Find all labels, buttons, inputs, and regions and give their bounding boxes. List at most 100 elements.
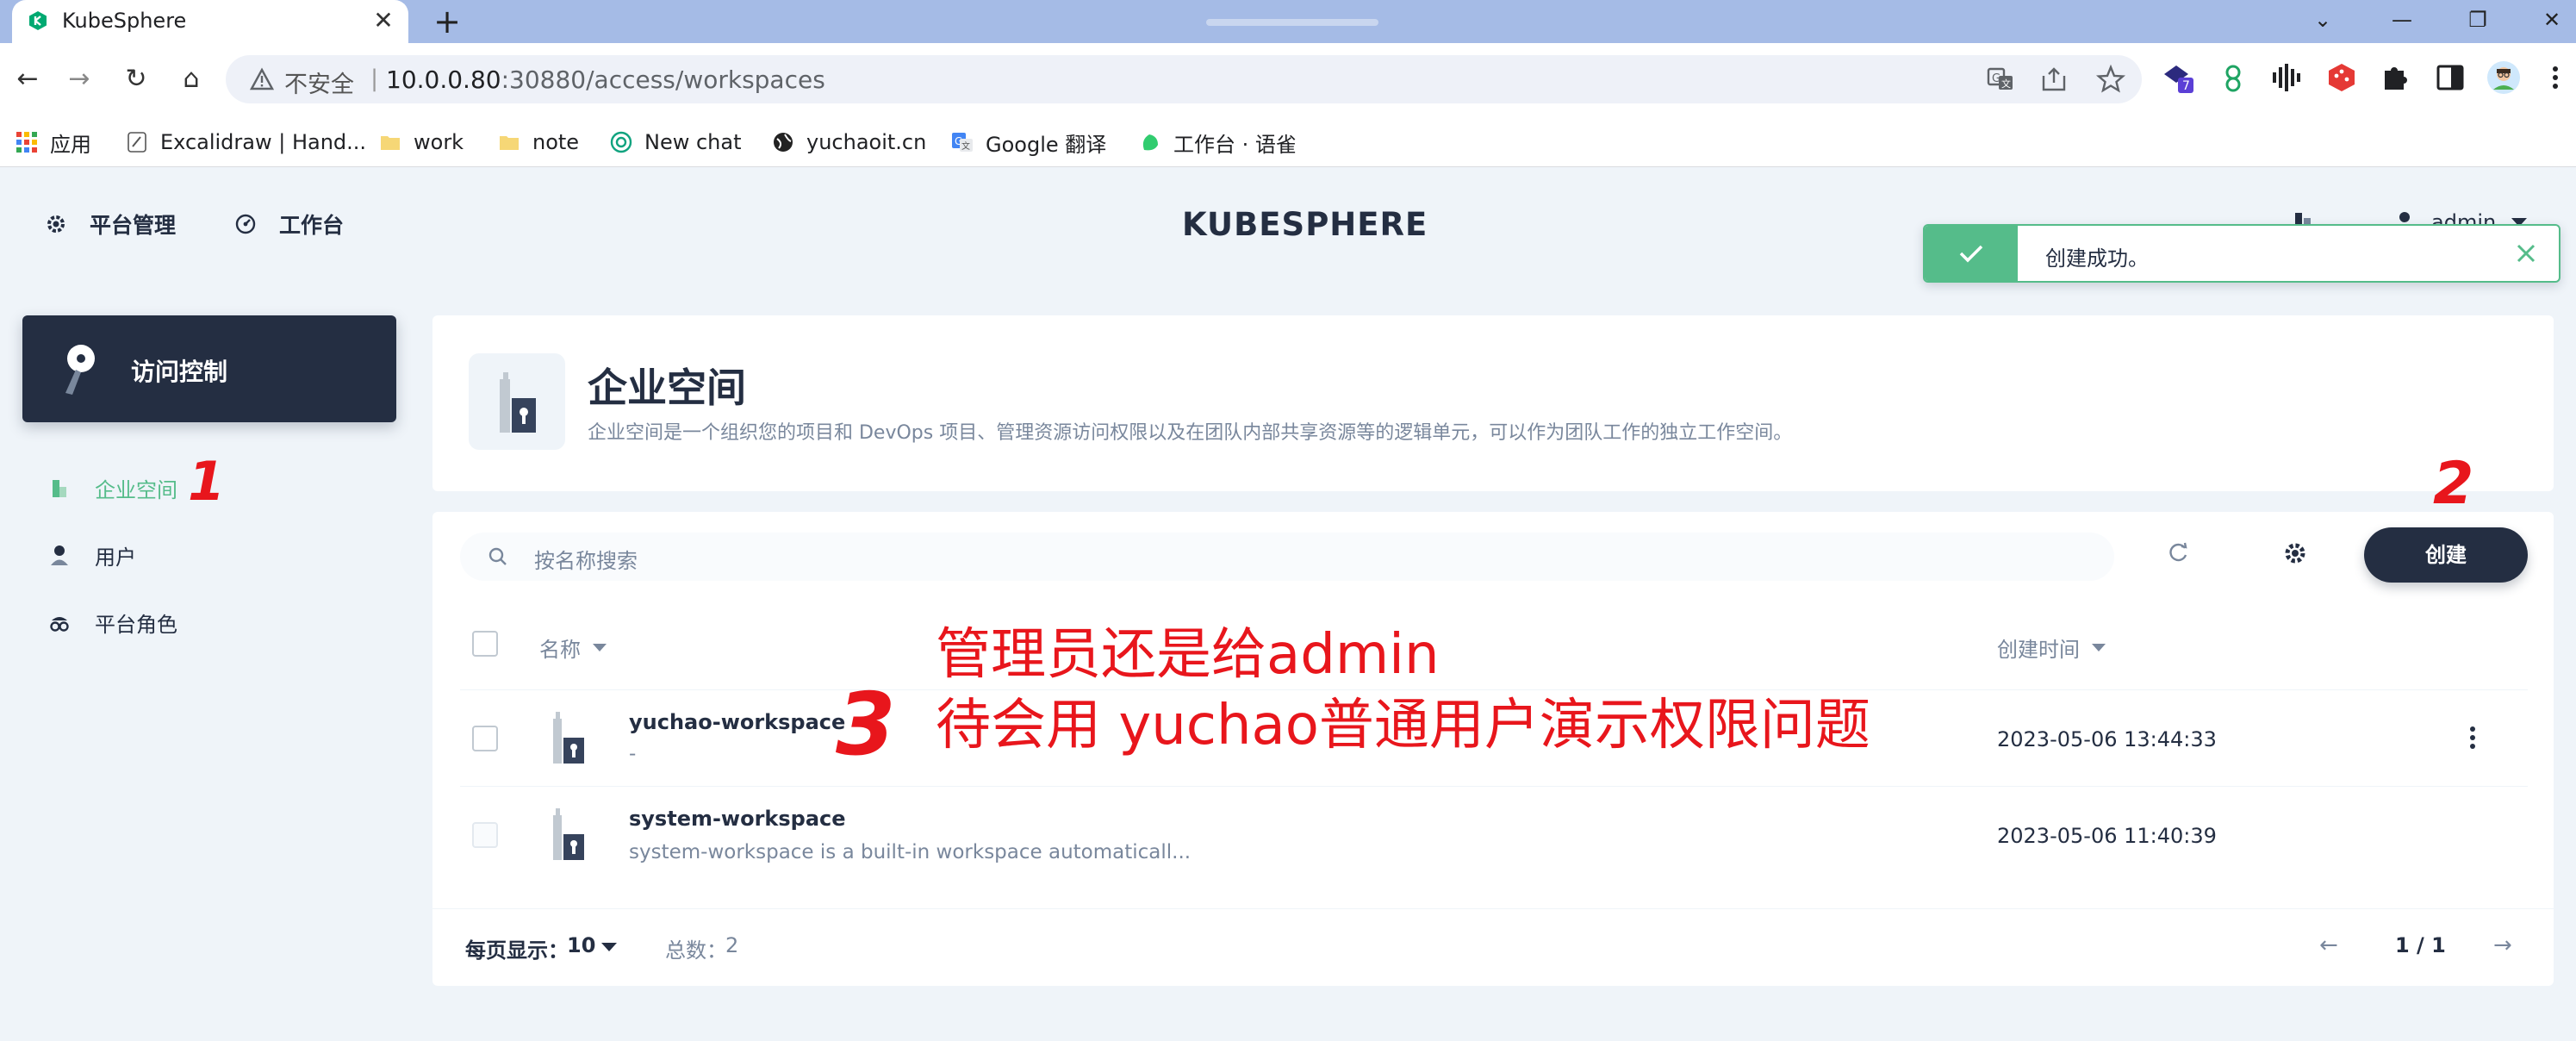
workspace-description: - bbox=[629, 743, 637, 765]
column-header-name[interactable]: 名称 bbox=[539, 633, 607, 663]
platform-management-nav[interactable]: 平台管理 bbox=[45, 210, 176, 238]
table-row[interactable] bbox=[460, 787, 2528, 882]
minimize-button[interactable]: — bbox=[2385, 5, 2419, 34]
google-translate-icon: G文 bbox=[952, 133, 973, 152]
logo-text: KUBESPHERE bbox=[1182, 205, 1428, 243]
excalidraw-icon bbox=[128, 132, 146, 153]
workspace-created-time: 2023-05-06 11:40:39 bbox=[1997, 824, 2217, 848]
workspace-name-link[interactable]: yuchao-workspace bbox=[629, 710, 845, 734]
workspace-name-link[interactable]: system-workspace bbox=[629, 807, 846, 831]
workbench-label: 工作台 bbox=[279, 213, 345, 238]
bookmark-new-chat[interactable]: New chat bbox=[610, 124, 742, 160]
bookmark-label: Excalidraw | Hand... bbox=[160, 130, 367, 154]
bookmark-apps[interactable]: 应用 bbox=[16, 124, 91, 160]
address-separator: | bbox=[370, 65, 379, 92]
bookmark-yuque[interactable]: 工作台 · 语雀 bbox=[1139, 124, 1297, 160]
search-input[interactable] bbox=[460, 533, 2114, 581]
url-text: 10.0.0.80:30880/access/workspaces bbox=[386, 65, 825, 94]
close-window-button[interactable]: ✕ bbox=[2535, 5, 2569, 34]
sort-caret-icon bbox=[593, 644, 607, 651]
tabstrip-drag-handle bbox=[1206, 19, 1378, 26]
sidebar-item-label: 用户 bbox=[95, 545, 136, 570]
profile-avatar[interactable] bbox=[2486, 60, 2521, 95]
workspace-created-time: 2023-05-06 13:44:33 bbox=[1997, 727, 2217, 751]
annotation-mark-3: 3 bbox=[836, 674, 896, 775]
workspace-icon bbox=[548, 707, 596, 767]
annotation-mark-2: 2 bbox=[2433, 450, 2474, 518]
extension-leaf-icon[interactable] bbox=[2216, 60, 2250, 95]
bookmark-note[interactable]: note bbox=[498, 124, 579, 160]
prev-page-button[interactable]: ← bbox=[2319, 932, 2338, 958]
back-button[interactable]: ← bbox=[10, 62, 45, 97]
tab-search-icon[interactable]: ⌄ bbox=[2305, 5, 2340, 34]
total-label: 总数： bbox=[665, 938, 727, 963]
sidebar-section-title: 访问控制 bbox=[131, 358, 228, 386]
bookmark-label: New chat bbox=[644, 130, 742, 154]
bookmark-star-icon[interactable] bbox=[2095, 64, 2126, 95]
dice-extension-icon[interactable] bbox=[2324, 60, 2359, 95]
annotation-text-line-2: 待会用 yuchao普通用户演示权限问题 bbox=[936, 694, 1870, 757]
more-actions-icon[interactable] bbox=[2462, 722, 2483, 753]
sidebar-item-workspaces[interactable]: 企业空间 bbox=[48, 471, 177, 505]
next-page-button[interactable]: → bbox=[2493, 932, 2512, 958]
page-title: 企业空间 bbox=[588, 365, 746, 411]
column-header-label: 创建时间 bbox=[1997, 638, 2080, 662]
sidebar-item-platform-roles[interactable]: 平台角色 bbox=[48, 605, 177, 639]
bookmark-excalidraw[interactable]: Excalidraw | Hand... bbox=[126, 124, 366, 160]
kubesphere-logo[interactable]: KUBESPHERE bbox=[1170, 198, 1427, 250]
tab-close-icon[interactable]: ✕ bbox=[370, 8, 396, 34]
workspace-banner-icon bbox=[469, 353, 565, 450]
chevron-down-icon[interactable] bbox=[601, 943, 617, 951]
success-toast: 创建成功。 bbox=[1923, 224, 2560, 283]
audio-wave-icon[interactable] bbox=[2269, 60, 2304, 95]
workbench-nav[interactable]: 工作台 bbox=[234, 210, 344, 238]
total-count: 2 bbox=[725, 933, 739, 957]
bookmark-label: note bbox=[532, 130, 580, 154]
browser-menu-icon[interactable] bbox=[2547, 60, 2564, 95]
sort-caret-icon bbox=[2092, 644, 2106, 651]
side-panel-icon[interactable] bbox=[2433, 60, 2467, 95]
url-host: 10.0.0.80 bbox=[386, 65, 501, 94]
bookmark-work[interactable]: work bbox=[379, 124, 464, 160]
url-path: :30880/access/workspaces bbox=[501, 65, 825, 94]
gear-icon bbox=[47, 215, 65, 233]
openai-icon bbox=[610, 131, 632, 153]
new-tab-button[interactable]: + bbox=[431, 5, 464, 38]
extension-badge-icon[interactable]: 7 bbox=[2161, 60, 2195, 95]
kubesphere-favicon-icon bbox=[28, 10, 48, 31]
page-description: 企业空间是一个组织您的项目和 DevOps 项目、管理资源访问权限以及在团队内部… bbox=[588, 422, 1793, 444]
bookmark-label: 工作台 · 语雀 bbox=[1173, 132, 1297, 157]
platform-management-label: 平台管理 bbox=[90, 213, 177, 238]
row-checkbox[interactable] bbox=[472, 726, 498, 751]
search-icon bbox=[486, 545, 510, 569]
share-icon[interactable] bbox=[2038, 64, 2069, 95]
folder-icon bbox=[381, 136, 400, 150]
yuque-icon bbox=[1142, 134, 1158, 151]
restore-button[interactable]: ❐ bbox=[2461, 5, 2495, 34]
close-icon[interactable] bbox=[2511, 238, 2542, 269]
toast-message: 创建成功。 bbox=[2045, 246, 2149, 271]
reload-button[interactable]: ↻ bbox=[119, 62, 153, 97]
sidebar-item-users[interactable]: 用户 bbox=[48, 538, 136, 572]
column-header-created[interactable]: 创建时间 bbox=[1997, 633, 2106, 663]
create-button[interactable]: 创建 bbox=[2364, 527, 2528, 583]
role-icon bbox=[50, 617, 69, 632]
check-icon bbox=[1959, 245, 1983, 263]
home-button[interactable]: ⌂ bbox=[174, 62, 208, 97]
dashboard-icon bbox=[235, 214, 256, 234]
select-all-checkbox[interactable] bbox=[472, 631, 498, 657]
extensions-puzzle-icon[interactable] bbox=[2378, 60, 2412, 95]
bookmark-google-translate[interactable]: G文 Google 翻译 bbox=[951, 124, 1106, 160]
translate-page-icon[interactable]: G文 bbox=[1985, 64, 2016, 95]
sidebar-item-label: 平台角色 bbox=[95, 612, 177, 637]
workspace-icon bbox=[548, 803, 596, 863]
extension-badge-count: 7 bbox=[2182, 79, 2190, 93]
gear-icon[interactable] bbox=[2280, 538, 2311, 569]
warning-icon[interactable] bbox=[250, 67, 274, 91]
refresh-icon[interactable] bbox=[2162, 538, 2193, 569]
forward-button[interactable]: → bbox=[62, 62, 96, 97]
bookmark-yuchaoit[interactable]: yuchaoit.cn bbox=[772, 124, 926, 160]
bookmark-label: yuchaoit.cn bbox=[806, 130, 927, 154]
bookmark-label: work bbox=[414, 130, 464, 154]
page-size-select[interactable]: 10 bbox=[567, 933, 595, 957]
